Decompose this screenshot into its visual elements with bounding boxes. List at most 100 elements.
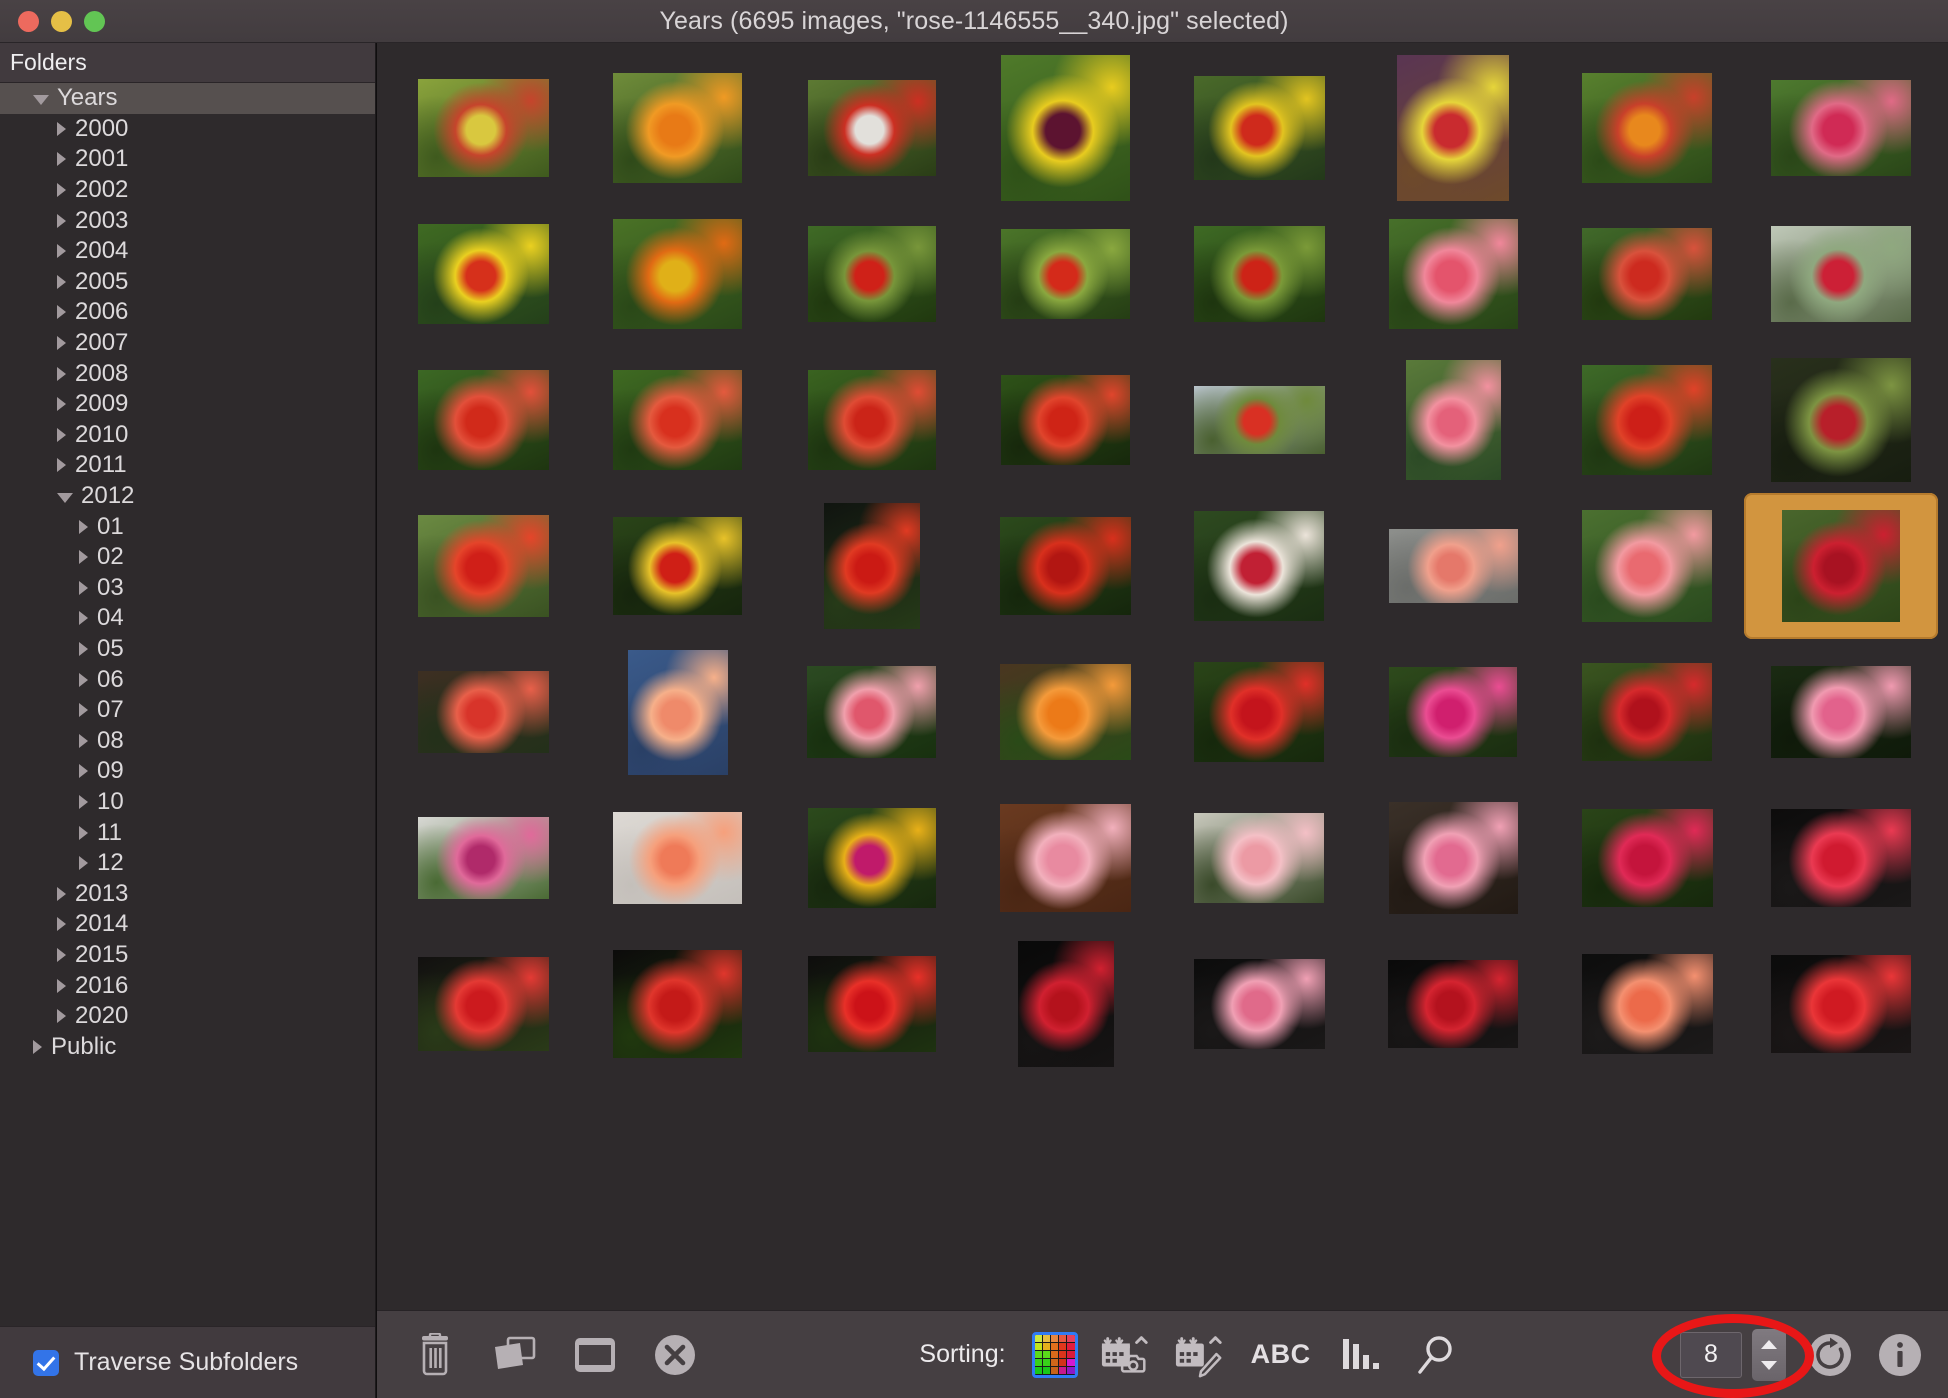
chevron-right-icon[interactable] [57, 886, 66, 901]
chevron-right-icon[interactable] [57, 274, 66, 289]
thumbnail-cell[interactable] [1163, 347, 1357, 493]
thumbnail-image[interactable] [1193, 226, 1325, 322]
tree-item-03[interactable]: 03 [0, 573, 375, 604]
zoom-button[interactable] [84, 10, 105, 32]
thumbnail-cell[interactable] [969, 639, 1163, 785]
thumbnail-image[interactable] [1001, 229, 1131, 319]
tree-item-2011[interactable]: 2011 [0, 450, 375, 481]
thumbnail-cell[interactable] [1356, 347, 1550, 493]
thumbnail-cell[interactable] [969, 785, 1163, 931]
thumbnail-cell[interactable] [775, 931, 969, 1077]
thumbnail-cell-selected[interactable] [1744, 493, 1938, 639]
tree-item-2004[interactable]: 2004 [0, 236, 375, 267]
chevron-right-icon[interactable] [57, 1009, 66, 1024]
tree-item-11[interactable]: 11 [0, 817, 375, 848]
chevron-right-icon[interactable] [57, 336, 66, 351]
move-to-folder-button[interactable] [489, 1329, 541, 1381]
thumbnail-cell[interactable] [581, 55, 775, 201]
thumbnail-image[interactable] [613, 950, 743, 1058]
folder-tree[interactable]: Years 2000 2001 2002 2003 2004 2005 2006 2007 200… [0, 83, 375, 1326]
tree-item-01[interactable]: 01 [0, 511, 375, 542]
tree-item-2016[interactable]: 2016 [0, 970, 375, 1001]
thumbnail-cell[interactable] [1163, 639, 1357, 785]
thumbnail-cell[interactable] [387, 493, 581, 639]
chevron-right-icon[interactable] [79, 519, 88, 534]
thumbnail-cell[interactable] [387, 55, 581, 201]
thumbnail-cell[interactable] [581, 347, 775, 493]
thumbnail-cell[interactable] [775, 785, 969, 931]
thumbnail-image[interactable] [1000, 664, 1132, 760]
thumbnail-image[interactable] [1771, 358, 1912, 482]
thumbnail-image[interactable] [418, 79, 550, 177]
tree-item-public[interactable]: Public [0, 1031, 375, 1062]
thumbnail-cell[interactable] [581, 931, 775, 1077]
thumbnail-cell[interactable] [1163, 201, 1357, 347]
chevron-right-icon[interactable] [79, 672, 88, 687]
thumbnail-image[interactable] [1193, 386, 1325, 454]
sort-by-color-button[interactable] [1031, 1331, 1078, 1378]
chevron-right-icon[interactable] [57, 458, 66, 473]
tree-item-07[interactable]: 07 [0, 695, 375, 726]
chevron-right-icon[interactable] [79, 856, 88, 871]
tree-item-2005[interactable]: 2005 [0, 267, 375, 298]
thumbnail-cell[interactable] [775, 347, 969, 493]
chevron-right-icon[interactable] [57, 152, 66, 167]
thumbnail-image[interactable] [1193, 76, 1325, 180]
thumbnail-cell[interactable] [581, 201, 775, 347]
thumbnail-cell[interactable] [1163, 931, 1357, 1077]
thumbnail-cell[interactable] [1550, 55, 1744, 201]
thumbnail-image[interactable] [418, 957, 550, 1051]
chevron-right-icon[interactable] [79, 580, 88, 595]
thumbnail-image[interactable] [1771, 80, 1912, 176]
thumbnail-image[interactable] [1001, 375, 1131, 465]
thumbnail-image[interactable] [1194, 813, 1325, 903]
tree-item-2010[interactable]: 2010 [0, 420, 375, 451]
thumbnail-image[interactable] [1017, 941, 1114, 1067]
thumbnail-image[interactable] [807, 226, 936, 322]
chevron-right-icon[interactable] [79, 733, 88, 748]
tree-item-2003[interactable]: 2003 [0, 205, 375, 236]
thumbnail-cell[interactable] [1356, 639, 1550, 785]
close-selection-button[interactable] [649, 1329, 701, 1381]
tree-item-09[interactable]: 09 [0, 756, 375, 787]
thumbnail-image[interactable] [613, 219, 743, 329]
thumbnail-image[interactable] [823, 503, 920, 629]
thumbnail-cell[interactable] [387, 347, 581, 493]
chevron-right-icon[interactable] [57, 947, 66, 962]
tree-item-2020[interactable]: 2020 [0, 1001, 375, 1032]
info-button[interactable] [1874, 1329, 1926, 1381]
tree-item-2000[interactable]: 2000 [0, 114, 375, 145]
chevron-right-icon[interactable] [79, 550, 88, 565]
chevron-right-icon[interactable] [79, 794, 88, 809]
tree-item-10[interactable]: 10 [0, 787, 375, 818]
delete-button[interactable] [409, 1329, 461, 1381]
thumbnail-image[interactable] [1581, 809, 1713, 907]
sort-by-date-taken-button[interactable] [1100, 1329, 1152, 1381]
tree-item-2007[interactable]: 2007 [0, 328, 375, 359]
thumbnail-image[interactable] [1771, 666, 1912, 758]
thumbnail-image[interactable] [1000, 517, 1132, 615]
thumbnail-cell[interactable] [1163, 493, 1357, 639]
search-button[interactable] [1410, 1329, 1462, 1381]
chevron-right-icon[interactable] [79, 641, 88, 656]
thumbnail-cell[interactable] [775, 493, 969, 639]
chevron-right-icon[interactable] [57, 244, 66, 259]
thumbnail-image[interactable] [1771, 809, 1912, 907]
thumbnail-image[interactable] [627, 649, 728, 775]
thumbnail-image[interactable] [1405, 360, 1501, 480]
columns-value[interactable]: 8 [1680, 1331, 1742, 1378]
thumbnail-image[interactable] [1771, 955, 1912, 1053]
thumbnail-image[interactable] [807, 666, 937, 758]
thumbnail-cell[interactable] [581, 785, 775, 931]
chevron-right-icon[interactable] [57, 427, 66, 442]
thumbnail-image[interactable] [613, 812, 743, 904]
tree-item-04[interactable]: 04 [0, 603, 375, 634]
chevron-right-icon[interactable] [79, 825, 88, 840]
tree-item-02[interactable]: 02 [0, 542, 375, 573]
thumbnail-cell[interactable] [1356, 493, 1550, 639]
thumbnail-image[interactable] [1397, 55, 1510, 201]
window-view-button[interactable] [569, 1329, 621, 1381]
thumbnail-image[interactable] [1388, 219, 1518, 329]
thumbnail-cell[interactable] [1356, 201, 1550, 347]
refresh-button[interactable] [1804, 1329, 1856, 1381]
